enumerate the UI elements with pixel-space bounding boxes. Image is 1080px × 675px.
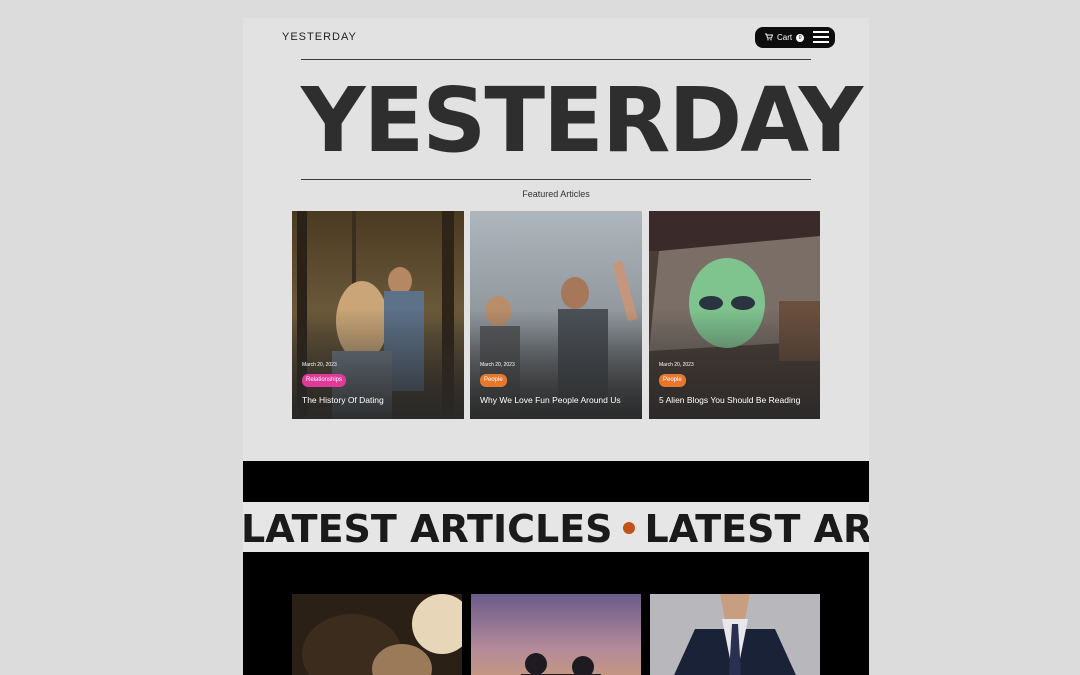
featured-articles-heading: Featured Articles	[522, 189, 590, 199]
divider-bottom	[301, 179, 811, 180]
cart-button[interactable]: Cart 0	[755, 27, 835, 48]
card-date: March 20, 2023	[659, 362, 694, 368]
featured-card[interactable]: March 20, 2023 People Why We Love Fun Pe…	[470, 211, 642, 419]
card-category-tag[interactable]: People	[480, 374, 507, 387]
card-title[interactable]: The History Of Dating	[302, 395, 384, 405]
cart-icon	[765, 33, 774, 43]
page: YESTERDAY Cart 0 YESTERDAY Featured Arti…	[243, 18, 869, 675]
latest-article-image[interactable]	[650, 594, 820, 675]
featured-card[interactable]: March 20, 2023 People 5 Alien Blogs You …	[649, 211, 820, 419]
divider-top	[301, 59, 811, 60]
marquee-text: LATEST ARTICLES	[644, 507, 869, 551]
marquee-text: LATEST ARTICLES	[243, 507, 613, 551]
latest-articles-marquee: LATEST ARTICLES LATEST ARTICLES	[243, 502, 869, 552]
latest-article-image[interactable]	[471, 594, 641, 675]
card-title[interactable]: 5 Alien Blogs You Should Be Reading	[659, 395, 800, 405]
marquee-dot	[622, 521, 635, 534]
card-date: March 20, 2023	[302, 362, 337, 368]
hamburger-icon[interactable]	[813, 31, 829, 44]
cart-label: Cart	[777, 33, 793, 42]
latest-article-image[interactable]	[292, 594, 462, 675]
card-category-tag[interactable]: Relationships	[302, 374, 347, 387]
hero-title: YESTERDAY	[301, 68, 863, 172]
site-logo[interactable]: YESTERDAY	[282, 31, 357, 43]
card-date: March 20, 2023	[480, 362, 515, 368]
card-category-tag[interactable]: People	[659, 374, 686, 387]
card-title[interactable]: Why We Love Fun People Around Us	[480, 395, 621, 405]
cart-count-badge: 0	[796, 33, 805, 42]
featured-card[interactable]: March 20, 2023 Relationships The History…	[292, 211, 464, 419]
